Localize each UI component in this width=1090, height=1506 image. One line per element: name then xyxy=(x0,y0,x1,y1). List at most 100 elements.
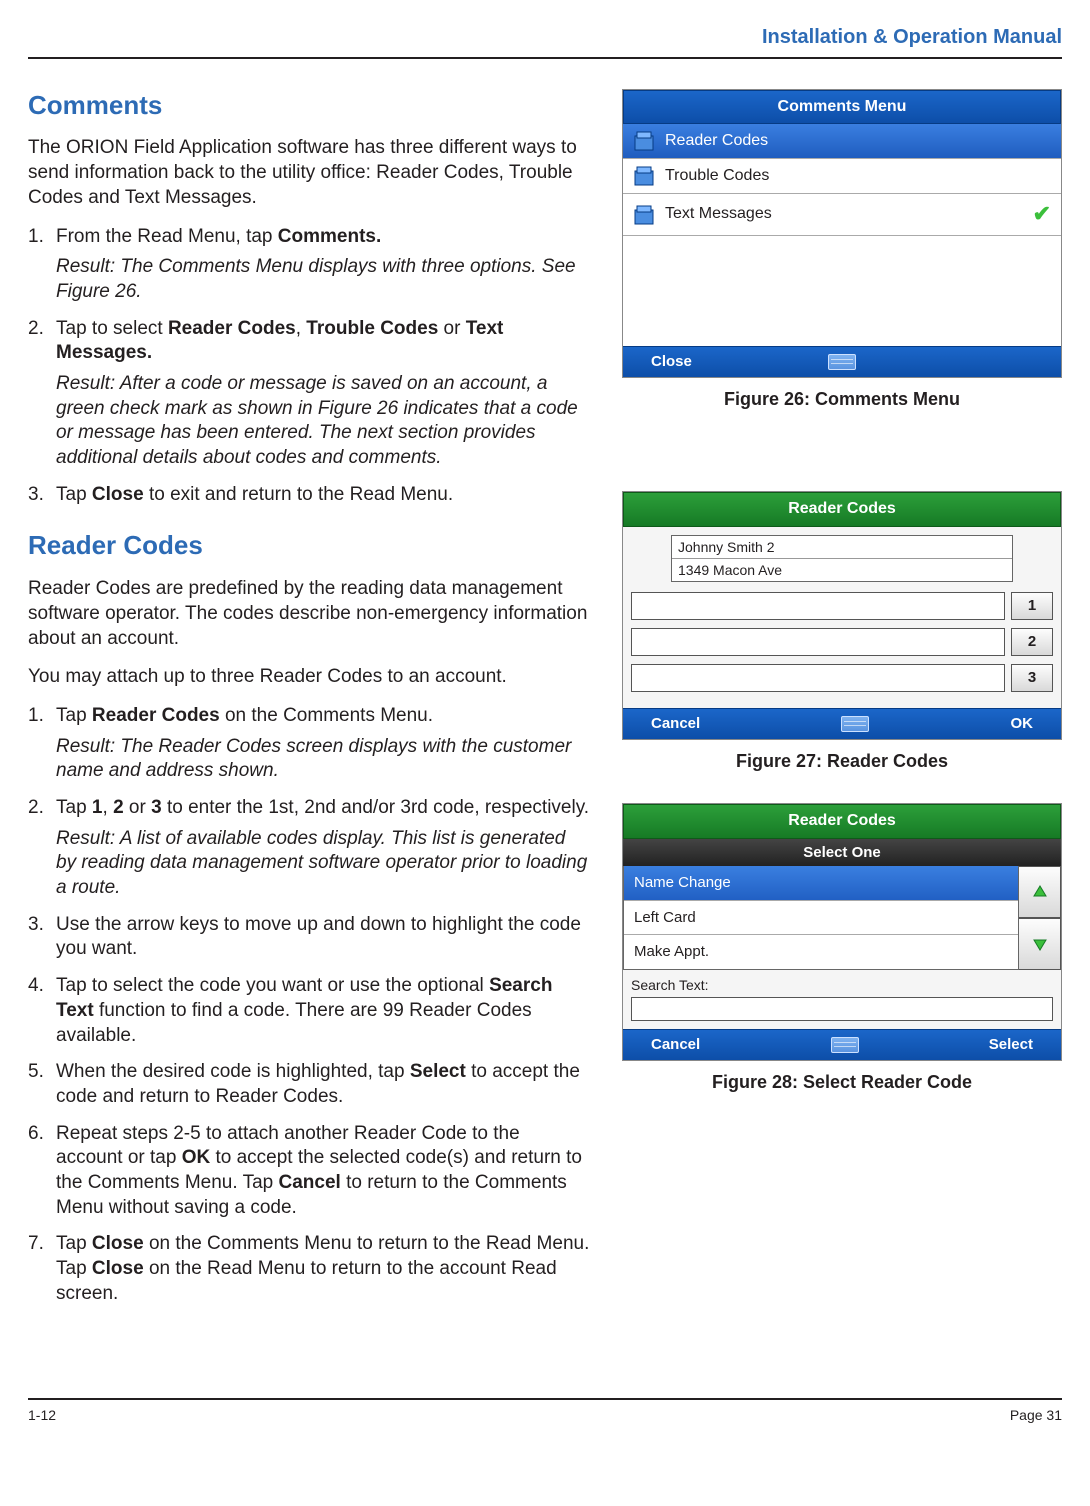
cancel-button[interactable]: Cancel xyxy=(651,1035,700,1055)
step-bold: OK xyxy=(182,1147,211,1168)
menu-item-trouble-codes[interactable]: Trouble Codes xyxy=(623,159,1061,194)
code-button-2[interactable]: 2 xyxy=(1011,628,1053,656)
box-icon xyxy=(633,165,655,187)
code-list: Name Change Left Card Make Appt. xyxy=(623,866,1019,970)
step-text: , xyxy=(103,797,114,818)
reader-codes-heading: Reader Codes xyxy=(28,529,590,563)
customer-address: 1349 Macon Ave xyxy=(672,559,1012,581)
step-text: Tap xyxy=(56,705,92,726)
code-field-1[interactable] xyxy=(631,592,1005,620)
step-number: 2. xyxy=(28,796,44,821)
list-item[interactable]: Name Change xyxy=(624,866,1018,901)
left-column: Comments The ORION Field Application sof… xyxy=(28,89,590,1319)
page-header: Installation & Operation Manual xyxy=(28,0,1062,59)
menu-item-reader-codes[interactable]: Reader Codes xyxy=(623,124,1061,159)
step-bold: 3 xyxy=(151,797,162,818)
step-text: Tap xyxy=(56,797,92,818)
step-text: From the Read Menu, tap xyxy=(56,226,278,247)
list-item[interactable]: Make Appt. xyxy=(624,935,1018,969)
figure-26-caption: Figure 26: Comments Menu xyxy=(622,388,1062,411)
comments-steps: 1. From the Read Menu, tap Comments. Res… xyxy=(28,225,590,508)
step-number: 5. xyxy=(28,1060,44,1085)
step-text: Use the arrow keys to move up and down t… xyxy=(56,914,581,960)
check-icon: ✔ xyxy=(1033,200,1051,229)
reader-codes-title: Reader Codes xyxy=(623,492,1061,527)
menu-item-label: Trouble Codes xyxy=(665,166,769,187)
step-number: 1. xyxy=(28,225,44,250)
step-number: 3. xyxy=(28,913,44,938)
step-number: 1. xyxy=(28,704,44,729)
menu-item-label: Reader Codes xyxy=(665,131,768,152)
figure-28-caption: Figure 28: Select Reader Code xyxy=(622,1071,1062,1094)
step-bold: Trouble Codes xyxy=(306,318,438,339)
arrow-down-button[interactable] xyxy=(1019,918,1061,970)
list-item[interactable]: Left Card xyxy=(624,901,1018,936)
step-bold: Reader Codes xyxy=(168,318,296,339)
step-text: or xyxy=(124,797,151,818)
menu-item-text-messages[interactable]: Text Messages ✔ xyxy=(623,194,1061,236)
step-text: to exit and return to the Read Menu. xyxy=(144,484,453,505)
comments-intro: The ORION Field Application software has… xyxy=(28,136,590,210)
figure-27: Reader Codes Johnny Smith 2 1349 Macon A… xyxy=(622,491,1062,773)
keyboard-icon[interactable] xyxy=(841,716,869,732)
step-text: Tap xyxy=(56,1233,92,1254)
step-text: When the desired code is highlighted, ta… xyxy=(56,1061,410,1082)
box-icon xyxy=(633,130,655,152)
menu-item-label: Text Messages xyxy=(665,204,772,225)
arrow-up-button[interactable] xyxy=(1019,866,1061,918)
step-text: function to find a code. There are 99 Re… xyxy=(56,1000,532,1046)
step-text: Tap to select the code you want or use t… xyxy=(56,975,489,996)
header-title: Installation & Operation Manual xyxy=(762,26,1062,48)
step-text: Tap xyxy=(56,484,92,505)
step-number: 3. xyxy=(28,483,44,508)
right-column: Comments Menu Reader Codes Trouble Codes xyxy=(622,89,1062,1319)
search-text-label: Search Text: xyxy=(631,977,709,993)
step-number: 4. xyxy=(28,974,44,999)
code-field-2[interactable] xyxy=(631,628,1005,656)
code-button-1[interactable]: 1 xyxy=(1011,592,1053,620)
footer-right: Page 31 xyxy=(1010,1406,1062,1424)
customer-info: Johnny Smith 2 1349 Macon Ave xyxy=(671,535,1013,582)
footer-left: 1-12 xyxy=(28,1406,56,1424)
step-bold: 1 xyxy=(92,797,103,818)
comments-menu-title: Comments Menu xyxy=(623,90,1061,125)
step-bold: Comments. xyxy=(278,226,381,247)
step-bold: Close xyxy=(92,1258,144,1279)
close-button[interactable]: Close xyxy=(651,352,692,372)
step-bold: Reader Codes xyxy=(92,705,220,726)
reader-codes-title: Reader Codes xyxy=(623,804,1061,839)
step-bold: Select xyxy=(410,1061,466,1082)
step-result: Result: The Comments Menu displays with … xyxy=(56,255,590,304)
reader-codes-intro-2: You may attach up to three Reader Codes … xyxy=(28,665,590,690)
step-bold: Close xyxy=(92,1233,144,1254)
step-text: or xyxy=(438,318,465,339)
step-result: Result: A list of available codes displa… xyxy=(56,827,590,901)
arrow-down-icon xyxy=(1031,935,1049,953)
step-text: Tap to select xyxy=(56,318,168,339)
step-number: 7. xyxy=(28,1232,44,1257)
step-bold: Cancel xyxy=(278,1172,340,1193)
comments-heading: Comments xyxy=(28,89,590,123)
page-footer: 1-12 Page 31 xyxy=(28,1398,1062,1442)
code-button-3[interactable]: 3 xyxy=(1011,664,1053,692)
select-button[interactable]: Select xyxy=(989,1035,1033,1055)
step-result: Result: After a code or message is saved… xyxy=(56,372,590,471)
keyboard-icon[interactable] xyxy=(831,1037,859,1053)
search-text-input[interactable] xyxy=(631,997,1053,1021)
step-number: 6. xyxy=(28,1122,44,1147)
ok-button[interactable]: OK xyxy=(1010,714,1033,734)
step-bold: Close xyxy=(92,484,144,505)
reader-codes-intro-1: Reader Codes are predefined by the readi… xyxy=(28,577,590,651)
cancel-button[interactable]: Cancel xyxy=(651,714,700,734)
figure-27-caption: Figure 27: Reader Codes xyxy=(622,750,1062,773)
keyboard-icon[interactable] xyxy=(828,354,856,370)
customer-name: Johnny Smith 2 xyxy=(672,536,1012,559)
figure-28: Reader Codes Select One Name Change Left… xyxy=(622,803,1062,1094)
step-text: on the Comments Menu. xyxy=(220,705,433,726)
step-number: 2. xyxy=(28,317,44,342)
figure-26: Comments Menu Reader Codes Trouble Codes xyxy=(622,89,1062,411)
code-field-3[interactable] xyxy=(631,664,1005,692)
step-bold: 2 xyxy=(113,797,124,818)
arrow-up-icon xyxy=(1031,883,1049,901)
blank-area xyxy=(623,236,1061,346)
